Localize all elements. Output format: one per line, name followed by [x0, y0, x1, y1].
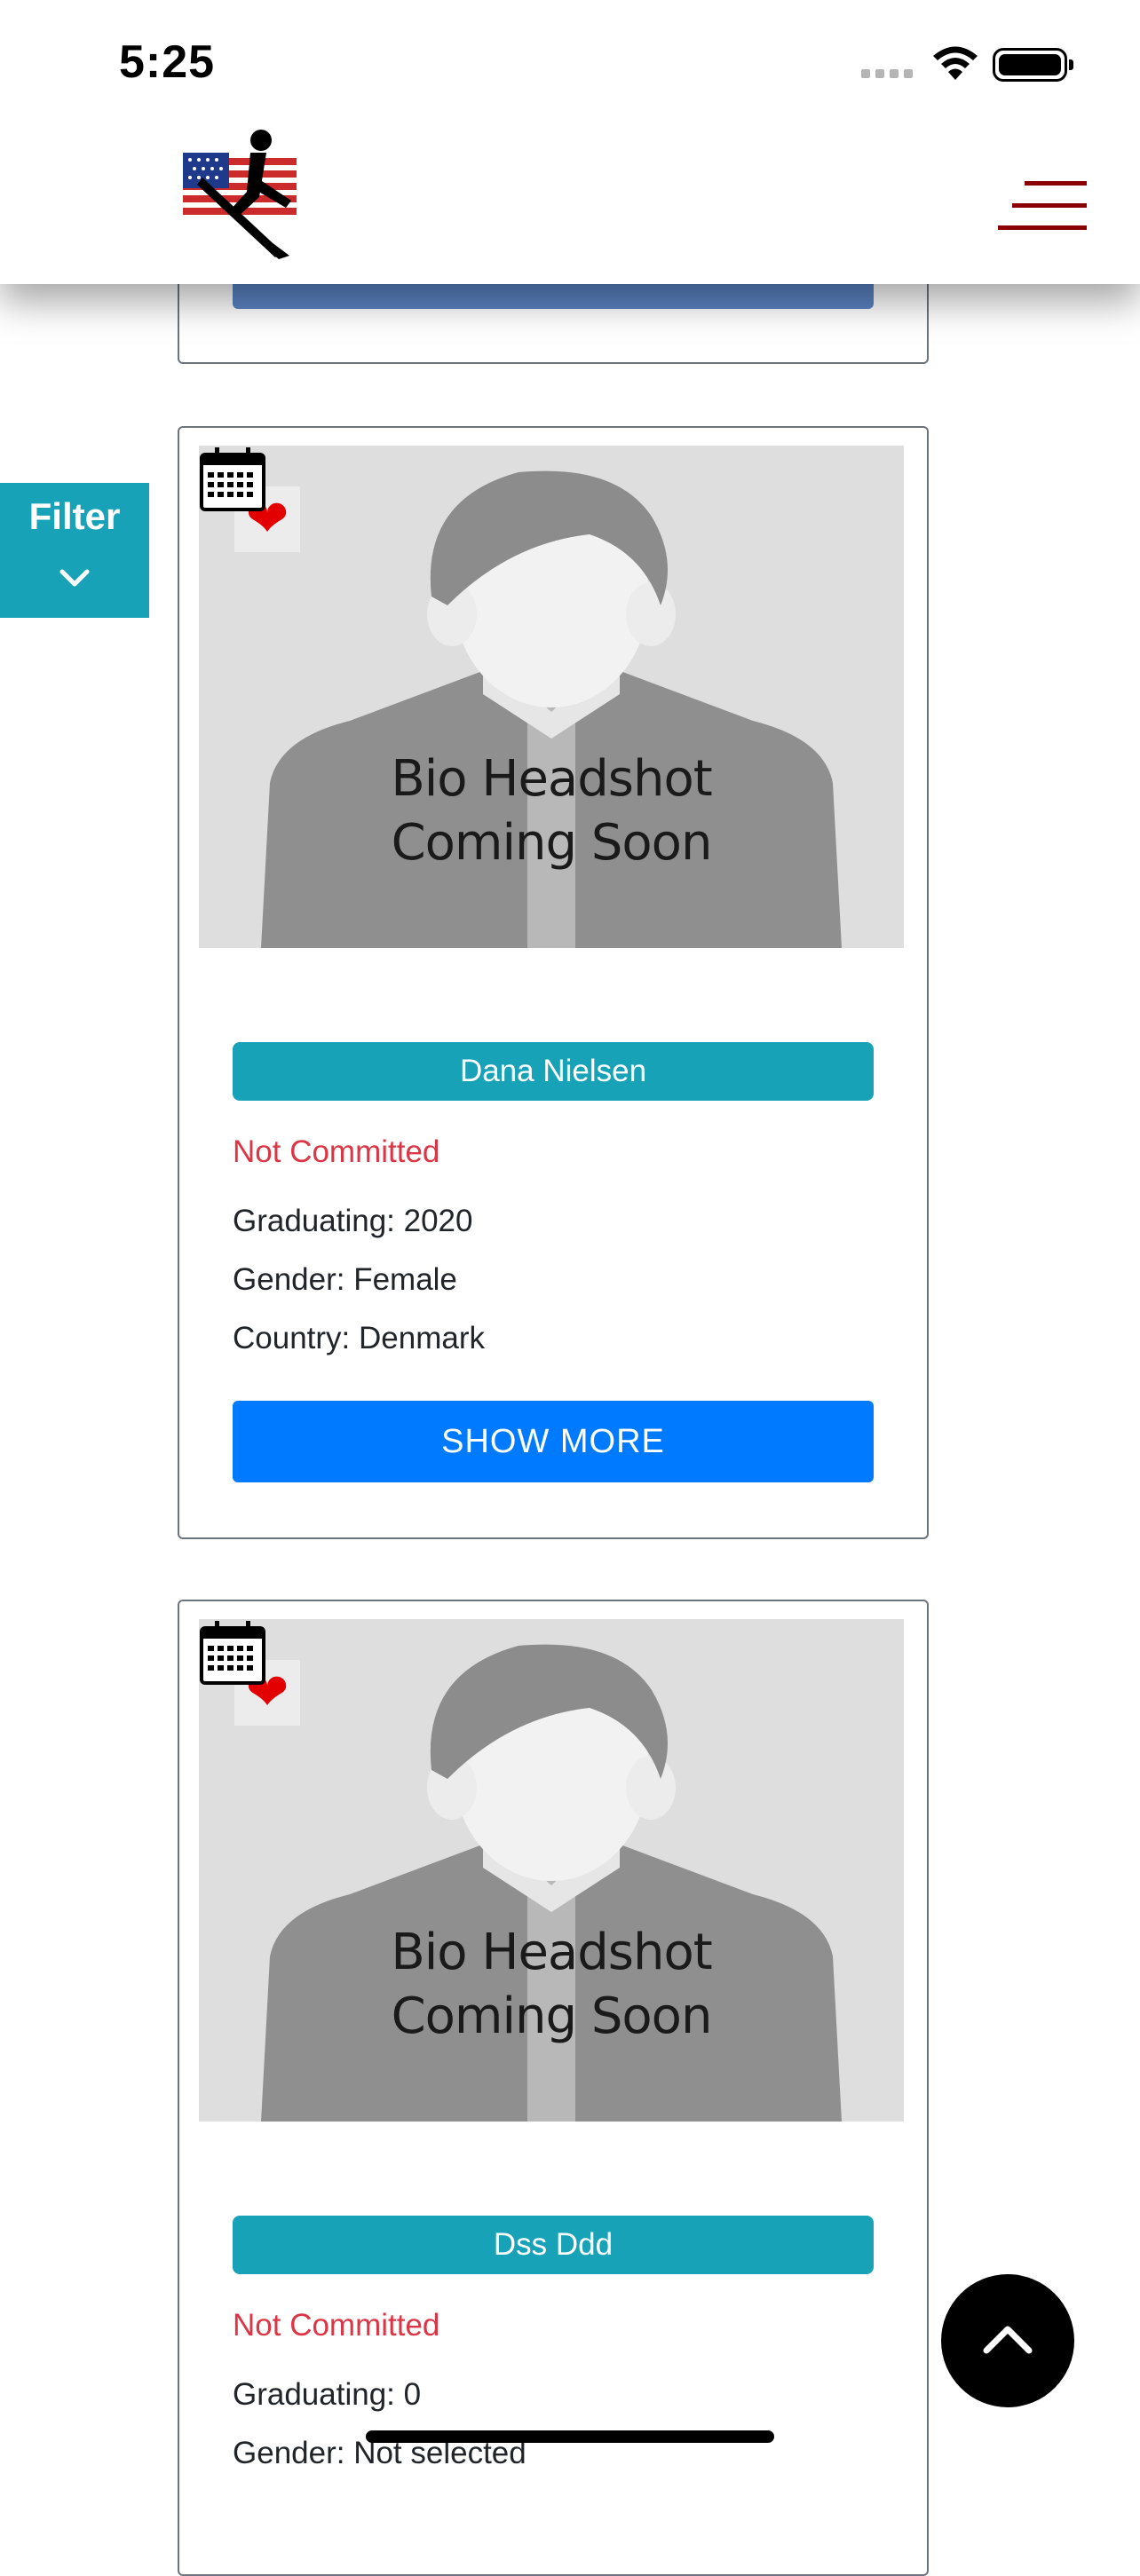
filter-label: Filter	[28, 495, 121, 537]
home-indicator	[366, 2430, 774, 2443]
app-header	[0, 115, 1140, 284]
hamburger-menu-icon[interactable]	[998, 179, 1087, 233]
commitment-status: Not Committed	[233, 1134, 440, 1169]
commitment-status: Not Committed	[233, 2308, 440, 2343]
chevron-down-icon	[59, 569, 90, 587]
filter-button[interactable]: Filter	[0, 483, 149, 618]
headshot-caption: Bio Headshot Coming Soon	[391, 1924, 712, 2045]
scroll-to-top-button[interactable]	[941, 2274, 1074, 2407]
calendar-icon[interactable]	[199, 1619, 266, 1687]
headshot-caption: Bio Headshot Coming Soon	[391, 750, 712, 872]
country: Country: Denmark	[233, 1321, 485, 1355]
graduating-year: Graduating: 0	[233, 2377, 422, 2412]
athlete-card: Bio Headshot Coming Soon ❤ Dana Nielsen …	[178, 426, 929, 1539]
athlete-card: Bio Headshot Coming Soon ❤ Dss Ddd Not C…	[178, 1600, 929, 2576]
chevron-up-icon	[983, 2326, 1033, 2354]
athlete-name-button[interactable]: Dss Ddd	[233, 2216, 874, 2274]
status-bar: 5:25	[0, 0, 1140, 115]
rower-flag-logo[interactable]	[178, 126, 302, 259]
status-time: 5:25	[119, 36, 216, 88]
athlete-list: Bio Headshot Coming Soon ❤ Dana Nielsen …	[0, 0, 1140, 2576]
graduating-year: Graduating: 2020	[233, 1204, 473, 1238]
show-more-button[interactable]: SHOW MORE	[233, 1401, 874, 1482]
show-more-button-previous[interactable]	[233, 284, 874, 309]
wifi-icon	[933, 46, 978, 80]
athlete-name-button[interactable]: Dana Nielsen	[233, 1042, 874, 1101]
cellular-signal-icon	[861, 69, 913, 78]
battery-icon	[993, 48, 1073, 82]
gender: Gender: Female	[233, 1262, 457, 1297]
calendar-icon[interactable]	[199, 446, 266, 513]
headshot-placeholder: Bio Headshot Coming Soon ❤	[199, 1619, 904, 2122]
headshot-placeholder: Bio Headshot Coming Soon ❤	[199, 446, 904, 948]
